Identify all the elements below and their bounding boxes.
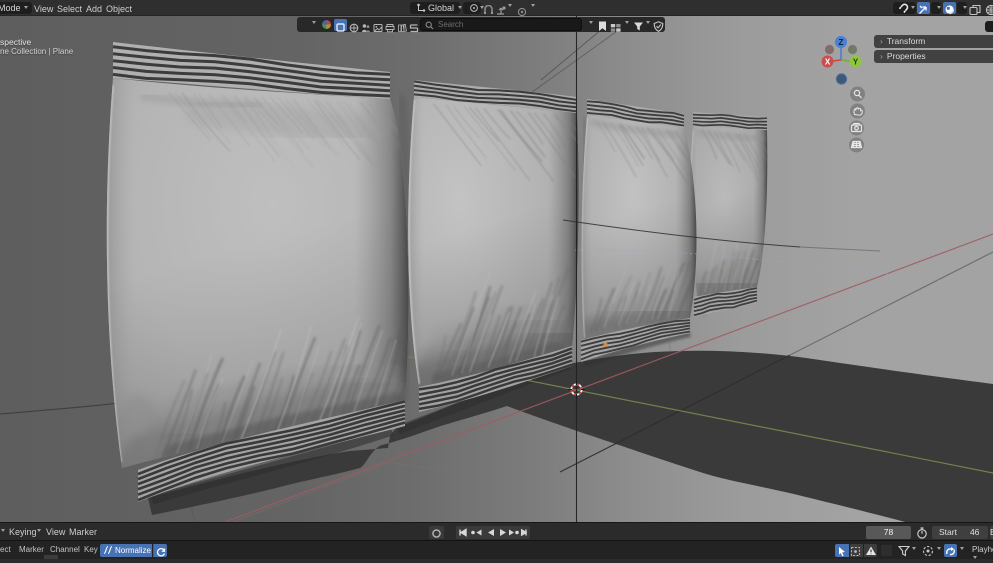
svg-text:X: X (825, 57, 831, 66)
svg-text:Z: Z (839, 38, 844, 47)
svg-text:Y: Y (853, 57, 859, 66)
